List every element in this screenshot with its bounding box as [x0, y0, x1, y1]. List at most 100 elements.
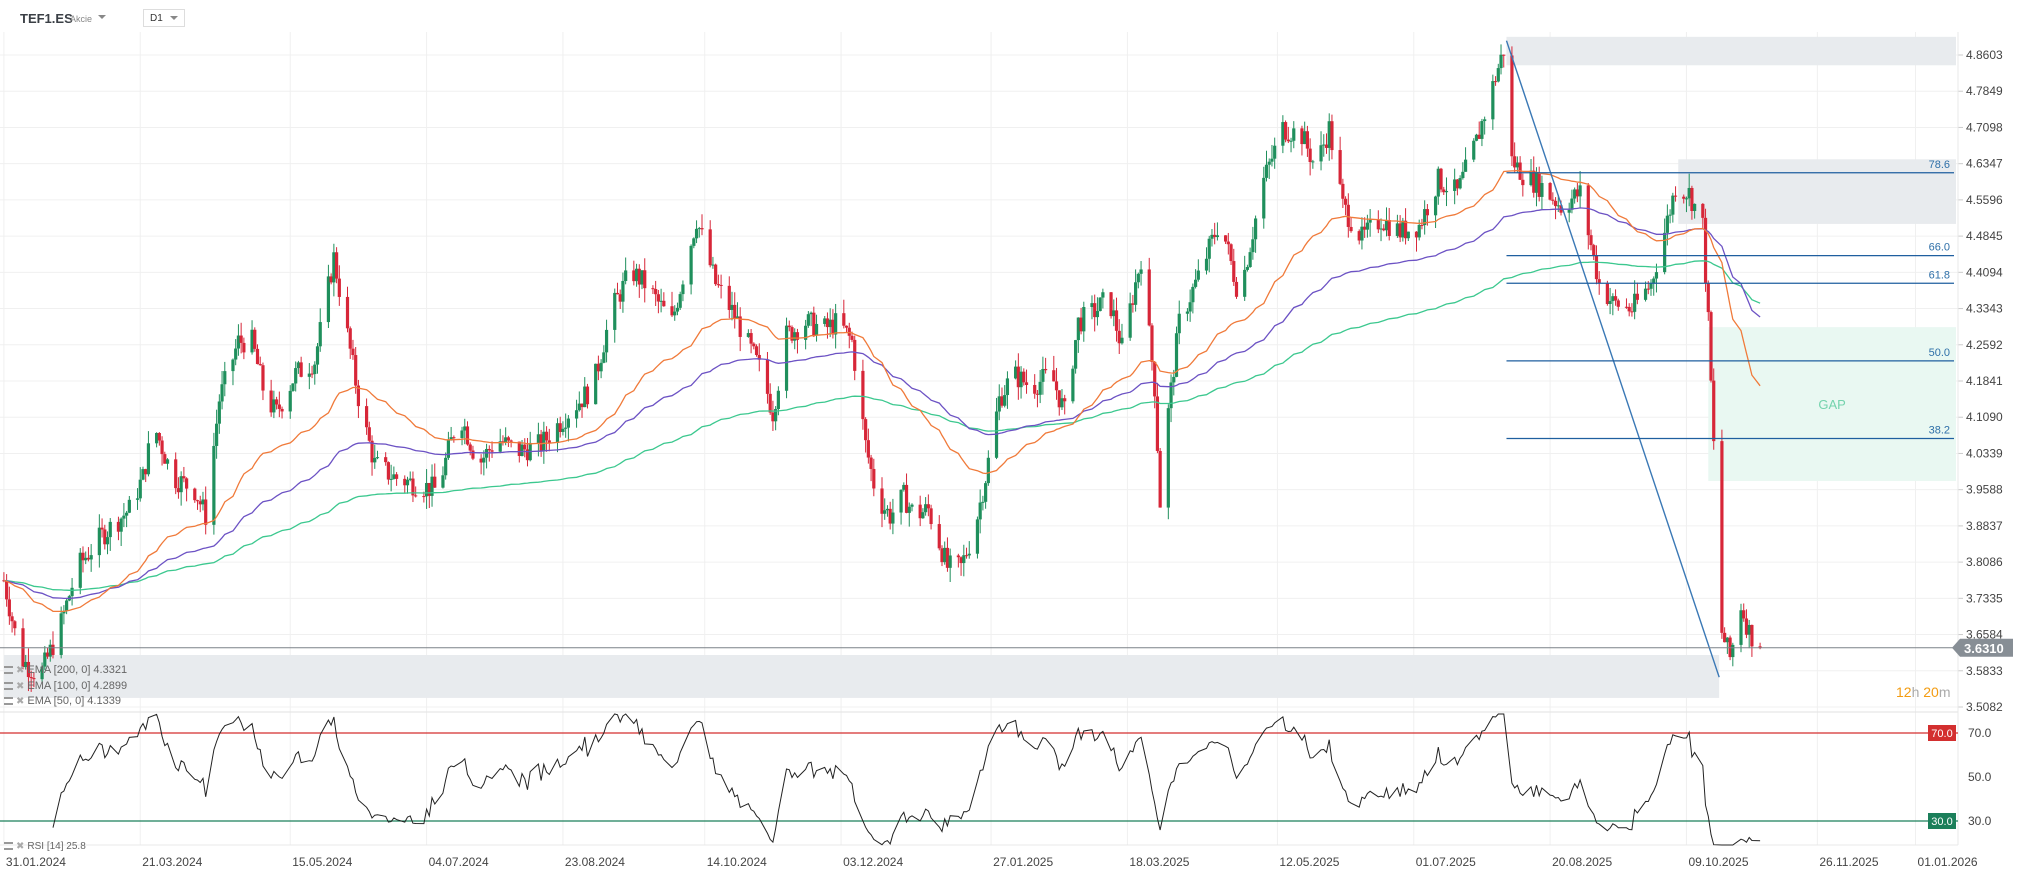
candle-down: [1442, 189, 1446, 193]
candle-down: [1057, 390, 1061, 408]
candle-down: [719, 284, 723, 286]
candle-down: [433, 476, 437, 488]
legend-ema100[interactable]: ✖ EMA [100, 0] 4.2899: [4, 680, 127, 692]
candle-down: [51, 644, 55, 655]
candle-down: [940, 548, 944, 563]
date-label: 21.03.2024: [142, 855, 202, 869]
candle-up: [296, 362, 301, 369]
candle-up: [673, 311, 677, 316]
candle-down: [198, 501, 202, 505]
candle-down: [596, 363, 600, 372]
candle-up: [566, 418, 570, 428]
price-tick-label: 3.8837: [1966, 519, 2003, 533]
candle-up: [776, 390, 780, 410]
candle-up: [697, 228, 701, 230]
candle-down: [329, 276, 333, 283]
candle-down: [414, 495, 418, 497]
candle-up: [1071, 368, 1075, 402]
candle-down: [1589, 235, 1593, 246]
candle-up: [793, 332, 797, 341]
candle-down: [1338, 150, 1342, 184]
candle-down: [258, 364, 262, 366]
candle-up: [1204, 258, 1209, 271]
candle-down: [471, 450, 475, 459]
candle-down: [1701, 203, 1705, 218]
candle-down: [716, 284, 720, 286]
remove-icon[interactable]: ✖: [16, 681, 24, 692]
price-chart[interactable]: 4.8603 4.7849 4.7098 4.6347 4.5596 4.4845 4.40…: [0, 0, 2023, 880]
candle-down: [1079, 317, 1083, 332]
candle-down: [1153, 361, 1157, 397]
candle-down: [509, 440, 513, 442]
candle-up: [883, 510, 887, 514]
candle-down: [81, 552, 85, 561]
candle-up: [823, 318, 827, 324]
settings-icon[interactable]: [4, 666, 13, 675]
candle-down: [637, 268, 641, 285]
candle-up: [1196, 270, 1200, 280]
legend-rsi[interactable]: ✖ RSI [14] 25.8: [4, 841, 86, 852]
fib-level-label: 66.0: [1929, 242, 1950, 254]
remove-icon[interactable]: ✖: [16, 841, 24, 852]
settings-icon[interactable]: [4, 682, 13, 691]
candle-down: [1357, 231, 1361, 241]
candle-down: [956, 555, 960, 558]
candle-down: [386, 462, 391, 480]
date-label: 03.12.2024: [843, 855, 903, 869]
candle-up: [1573, 189, 1577, 199]
candle-down: [163, 454, 167, 464]
candle-up: [967, 553, 971, 556]
candle-down: [1341, 183, 1345, 199]
legend-ema200[interactable]: ✖ EMA [200, 0] 4.3321: [4, 664, 127, 676]
candle-down: [1283, 122, 1288, 140]
candle-countdown: 12h 20m: [1896, 684, 1951, 700]
candle-down: [239, 335, 243, 343]
candle-down: [1624, 306, 1629, 308]
candle-up: [1739, 610, 1743, 645]
candle-up: [212, 445, 216, 525]
candle-up: [84, 557, 88, 561]
candle-up: [561, 428, 565, 433]
candle-up: [1747, 624, 1751, 635]
candle-up: [1019, 371, 1023, 388]
candle-down: [926, 504, 930, 509]
candle-up: [1461, 171, 1465, 179]
settings-icon[interactable]: [4, 697, 13, 706]
price-tick-label: 3.5833: [1966, 664, 2003, 678]
candle-down: [544, 431, 549, 441]
candle-up: [315, 346, 320, 365]
candle-down: [337, 278, 341, 297]
candle-down: [29, 677, 33, 679]
candle-down: [1455, 179, 1459, 189]
settings-icon[interactable]: [4, 842, 13, 851]
candle-up: [659, 300, 663, 302]
candle-up: [1725, 637, 1729, 643]
candle-up: [1303, 131, 1307, 145]
candle-down: [1213, 234, 1217, 238]
candle-up: [1499, 54, 1503, 69]
candle-up: [1665, 215, 1669, 233]
candle-up: [138, 479, 142, 499]
candle-up: [231, 359, 235, 372]
candle-up: [1474, 134, 1479, 141]
candle-up: [1453, 179, 1457, 191]
fib-level-label: 50.0: [1929, 347, 1950, 359]
candle-up: [165, 459, 170, 464]
date-label: 12.05.2025: [1279, 855, 1339, 869]
candle-up: [125, 512, 129, 516]
candle-up: [250, 329, 254, 353]
candle-down: [1420, 224, 1424, 226]
candle-down: [1398, 223, 1402, 238]
candle-up: [907, 506, 911, 513]
candle-down: [1720, 441, 1724, 633]
candle-down: [310, 373, 314, 375]
remove-icon[interactable]: ✖: [16, 665, 24, 676]
candle-down: [1510, 55, 1514, 157]
legend-label: EMA [50, 0] 4.1339: [27, 695, 121, 707]
candle-up: [921, 512, 925, 519]
remove-icon[interactable]: ✖: [16, 696, 24, 707]
candle-down: [651, 288, 655, 290]
candle-up: [564, 427, 568, 429]
legend-ema50[interactable]: ✖ EMA [50, 0] 4.1339: [4, 695, 121, 707]
candle-down: [1537, 172, 1541, 197]
